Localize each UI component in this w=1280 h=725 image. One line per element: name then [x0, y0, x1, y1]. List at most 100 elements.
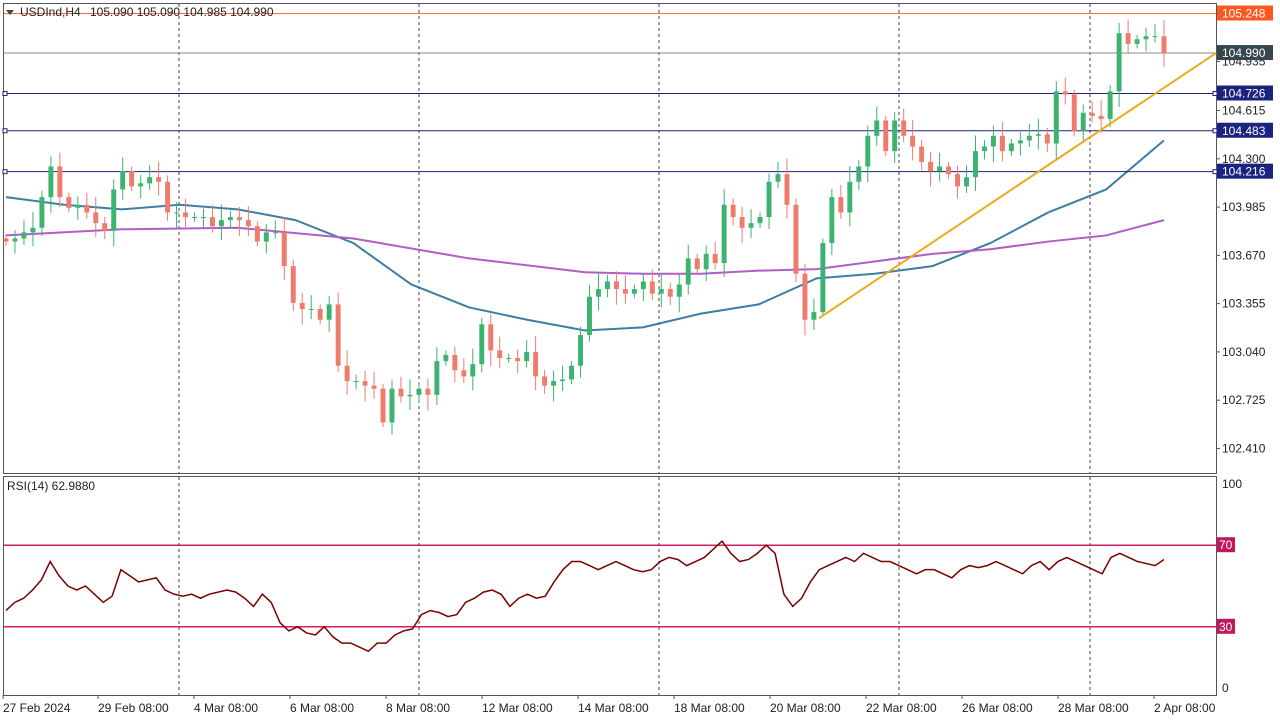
candle-body — [578, 335, 583, 366]
candle-body — [838, 197, 844, 213]
candle-body — [569, 365, 575, 380]
candle-body — [389, 388, 395, 423]
candle-body — [416, 388, 422, 395]
candle-body — [380, 388, 386, 423]
candle-body — [254, 226, 260, 242]
candle-body — [981, 146, 987, 152]
level-handle-right[interactable] — [1212, 128, 1218, 134]
candle-body — [631, 289, 637, 294]
x-tick-label: 29 Feb 08:00 — [98, 701, 169, 715]
price-label-text: 104.483 — [1222, 124, 1266, 138]
candle-body — [703, 253, 709, 270]
candle-body — [452, 354, 458, 371]
candle-body — [955, 174, 961, 187]
trendline-up[interactable] — [818, 52, 1217, 320]
x-tick-label: 26 Mar 08:00 — [962, 701, 1033, 715]
rsi-label: RSI(14) 62.9880 — [7, 479, 95, 493]
candle-body — [3, 238, 9, 242]
candle-body — [766, 181, 772, 218]
candle-body — [1089, 112, 1095, 116]
candle-body — [470, 364, 476, 377]
candle-body — [533, 351, 539, 377]
candle-body — [910, 135, 916, 147]
candle-body — [102, 223, 108, 231]
candle-body — [407, 394, 413, 397]
candle-body — [84, 204, 90, 213]
candle-body — [317, 309, 323, 320]
candle-body — [1161, 36, 1167, 54]
candle-body — [937, 166, 943, 172]
level-handle-right[interactable] — [1212, 91, 1218, 97]
candle-body — [174, 212, 180, 214]
candle-body — [820, 243, 826, 313]
candle-body — [694, 258, 700, 270]
candle-body — [1071, 94, 1077, 132]
candle-body — [192, 217, 197, 219]
candle-body — [604, 281, 610, 290]
candle-body — [1017, 140, 1023, 144]
candle-body — [1080, 112, 1086, 132]
candle-body — [201, 217, 206, 219]
candle-body — [93, 212, 99, 224]
candle-body — [1125, 33, 1131, 44]
x-tick-label: 14 Mar 08:00 — [578, 701, 649, 715]
candle-body — [793, 204, 799, 274]
candle-body — [874, 120, 880, 136]
candle-body — [443, 354, 449, 362]
candle-body — [730, 204, 736, 218]
candle-body — [667, 289, 673, 297]
candle-body — [883, 120, 889, 152]
rsi-line — [5, 539, 1165, 653]
candle-body — [1098, 115, 1104, 119]
candle-body — [515, 358, 521, 362]
candle-body — [622, 289, 628, 294]
rsi-axis: 100 70 30 0 — [1217, 477, 1242, 695]
ohlc-label: 105.090 105.090 104.985 104.990 — [90, 5, 274, 19]
candle-body — [227, 217, 233, 221]
candle-body — [676, 284, 682, 297]
candle-body — [856, 166, 862, 182]
level-handle-right[interactable] — [1212, 169, 1218, 175]
candle-body — [12, 238, 18, 242]
candle-body — [272, 232, 278, 234]
y-tick-label: 102.410 — [1222, 441, 1266, 455]
price-pane-frame — [3, 3, 1217, 474]
candle-body — [209, 217, 215, 227]
candle-body — [990, 135, 996, 147]
symbol-label: USDInd,H4 — [20, 5, 81, 19]
dropdown-triangle-icon[interactable] — [6, 10, 14, 15]
candle-body — [1143, 36, 1149, 40]
candle-body — [640, 281, 646, 290]
level-handle-left[interactable] — [2, 91, 8, 97]
x-tick-label: 2 Apr 08:00 — [1154, 701, 1216, 715]
level-handle-left[interactable] — [2, 169, 8, 175]
candle-body — [721, 204, 727, 264]
candle-body — [649, 281, 655, 294]
candle-body — [946, 166, 952, 175]
candle-body — [497, 350, 503, 359]
x-tick-label: 8 Mar 08:00 — [386, 701, 450, 715]
candle-body — [1044, 134, 1050, 144]
candle-body — [156, 177, 162, 182]
candle-body — [48, 166, 54, 198]
candle-body — [120, 171, 126, 190]
candle-body — [560, 379, 566, 382]
candle-body — [111, 189, 117, 231]
candle-body — [973, 151, 978, 178]
level-handle-left[interactable] — [2, 128, 8, 134]
candle-body — [335, 304, 341, 366]
candle-body — [775, 174, 781, 182]
candle-body — [371, 385, 377, 389]
horizontal-levels[interactable] — [2, 13, 1218, 175]
candle-body — [1008, 143, 1014, 152]
candle-body — [236, 217, 242, 221]
ma-fast-line — [5, 139, 1165, 332]
chart-window[interactable]: 104.935 104.615 104.300 103.985 103.670 103.3… — [0, 0, 1280, 720]
y-tick-label: 103.985 — [1222, 200, 1266, 214]
x-tick-label: 18 Mar 08:00 — [674, 701, 745, 715]
candle-body — [999, 135, 1005, 152]
trendline[interactable] — [818, 52, 1217, 320]
chart-canvas[interactable]: 104.935104.615104.300103.985103.670103.3… — [0, 0, 1280, 720]
candle-body — [1116, 33, 1122, 92]
candle-body — [847, 181, 853, 213]
